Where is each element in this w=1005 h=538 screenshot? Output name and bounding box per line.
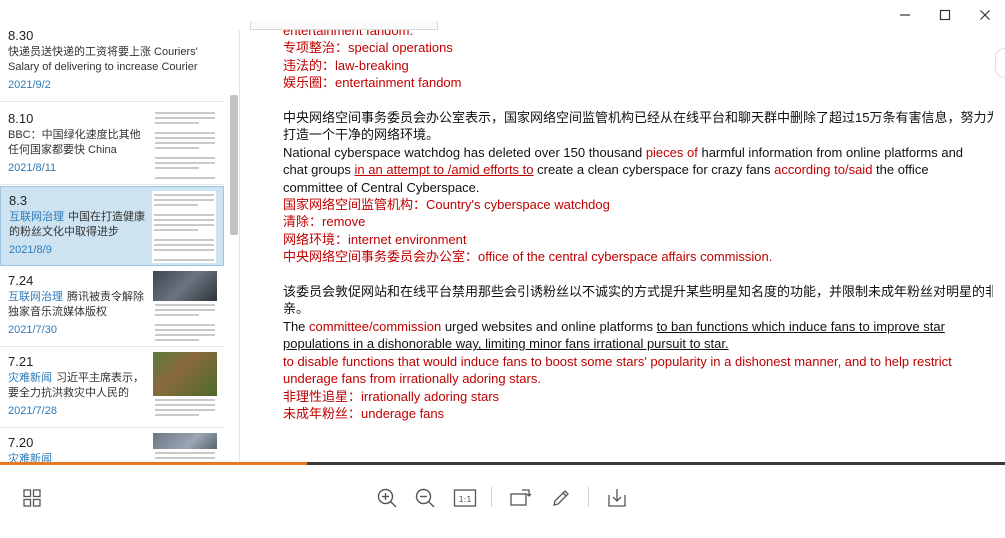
glossary-line: 违法的：law-breaking (283, 57, 409, 73)
paragraph-en: chat groups in an attempt to /amid effor… (283, 162, 929, 178)
paragraph-en: committee of Central Cyberspace. (283, 179, 480, 195)
doc-line: entertainment fandom. (283, 30, 414, 38)
zoom-out-icon (415, 488, 435, 508)
rotate-icon (510, 489, 532, 506)
glossary-line: 国家网络空间监管机构：Country's cyberspace watchdog (283, 197, 610, 213)
card-tag: 互联网治理 (8, 291, 63, 303)
window-controls (885, 0, 1005, 30)
glossary-line: 未成年粉丝：underage fans (283, 405, 445, 421)
rotate-button[interactable] (508, 485, 534, 511)
download-button[interactable] (604, 485, 630, 511)
article-thumbnail (152, 191, 216, 263)
zoom-in-button[interactable] (374, 485, 400, 511)
maximize-button[interactable] (925, 0, 965, 30)
paragraph-en: The committee/commission urged websites … (283, 318, 945, 334)
maximize-icon (939, 9, 951, 21)
actual-size-icon: 1:1 (453, 489, 477, 507)
glossary-line: 娱乐圈：entertainment fandom (283, 75, 462, 91)
minimize-icon (900, 14, 910, 16)
edit-pen-icon (553, 490, 569, 506)
card-title: 快递员送快递的工资将要上涨 Couriers' Salary of delive… (8, 46, 198, 73)
svg-text:1:1: 1:1 (459, 495, 472, 504)
card-date: 2021/9/2 (8, 79, 51, 91)
glossary-line: 中央网络空间事务委员会办公室：office of the central cyb… (283, 249, 773, 265)
list-item[interactable]: 7.20 灾难新闻 (0, 429, 224, 464)
glossary-line: 专项整治：special operations (283, 40, 453, 56)
glossary-line: 网络环境：internet environment (283, 231, 467, 247)
article-thumbnail (153, 109, 217, 181)
card-title: 互联网治理腾讯被责令解除独家音乐流媒体版权 Tence... (8, 290, 146, 320)
article-list-sidebar: 8.30 快递员送快递的工资将要上涨 Couriers' Salary of d… (0, 30, 240, 464)
minimize-button[interactable] (885, 0, 925, 30)
download-icon (608, 489, 626, 507)
paragraph-en: populations in a dishonorable way, limit… (283, 336, 729, 352)
paragraph-cn: 亲。 (283, 301, 310, 317)
paragraph-cn: 该委员会敦促网站和在线平台禁用那些会引诱粉丝以不诚实的方式提升某些明星知名度的功… (283, 284, 993, 300)
list-item[interactable]: 8.30 快递员送快递的工资将要上涨 Couriers' Salary of d… (0, 30, 224, 102)
close-button[interactable] (965, 0, 1005, 30)
card-tag: 灾难新闻 (8, 372, 52, 384)
card-date-big: 8.30 (8, 30, 34, 43)
paragraph-alt: underage fans from irrationally adoring … (283, 371, 541, 387)
side-panel-handle[interactable] (995, 48, 1005, 78)
list-item-selected[interactable]: 8.3 互联网治理中国在打造健康的粉丝文化中取得进步 Chin... 2021/… (0, 186, 224, 266)
paragraph-alt: to disable functions that would induce f… (283, 353, 952, 369)
glossary-line: 清除：remove (283, 214, 366, 230)
zoom-in-icon (377, 488, 397, 508)
actual-size-button[interactable]: 1:1 (452, 485, 478, 511)
card-title: 互联网治理中国在打造健康的粉丝文化中取得进步 Chin... (9, 210, 147, 240)
glossary-line: 非理性追星：irrationally adoring stars (283, 388, 500, 404)
toolbar-separator (588, 487, 589, 507)
list-item[interactable]: 7.24 互联网治理腾讯被责令解除独家音乐流媒体版权 Tence... 2021… (0, 267, 224, 347)
edit-button[interactable] (548, 485, 574, 511)
zoom-out-button[interactable] (412, 485, 438, 511)
paragraph-cn: 打造一个干净的网络环境。 (283, 127, 440, 143)
document-content: entertainment fandom. 专项整治：special opera… (283, 30, 993, 460)
card-tag: 互联网治理 (9, 211, 64, 223)
close-icon (980, 10, 990, 20)
grid-view-button[interactable] (19, 485, 45, 511)
bottom-toolbar: 1:1 (0, 465, 1005, 538)
list-item[interactable]: 8.10 BBC：中国绿化速度比其他任何国家都要快 China becom...… (0, 105, 224, 185)
card-title: 灾难新闻习近平主席表示，要全力抗洪救灾中人民的生... (8, 371, 146, 401)
article-thumbnail (153, 352, 217, 424)
paragraph-en: National cyberspace watchdog has deleted… (283, 144, 964, 160)
toolbar-separator (491, 487, 492, 507)
tab-stub (250, 21, 438, 30)
sidebar-scrollbar-thumb[interactable] (230, 95, 238, 235)
article-thumbnail (153, 433, 217, 464)
grid-view-icon (23, 489, 41, 507)
paragraph-cn: 中央网络空间事务委员会办公室表示，国家网络空间监管机构已经从在线平台和聊天群中删… (283, 110, 993, 126)
article-thumbnail (153, 271, 217, 343)
list-item[interactable]: 7.21 灾难新闻习近平主席表示，要全力抗洪救灾中人民的生... 2021/7/… (0, 348, 224, 428)
card-title: BBC：中国绿化速度比其他任何国家都要快 China becom... (8, 129, 141, 156)
